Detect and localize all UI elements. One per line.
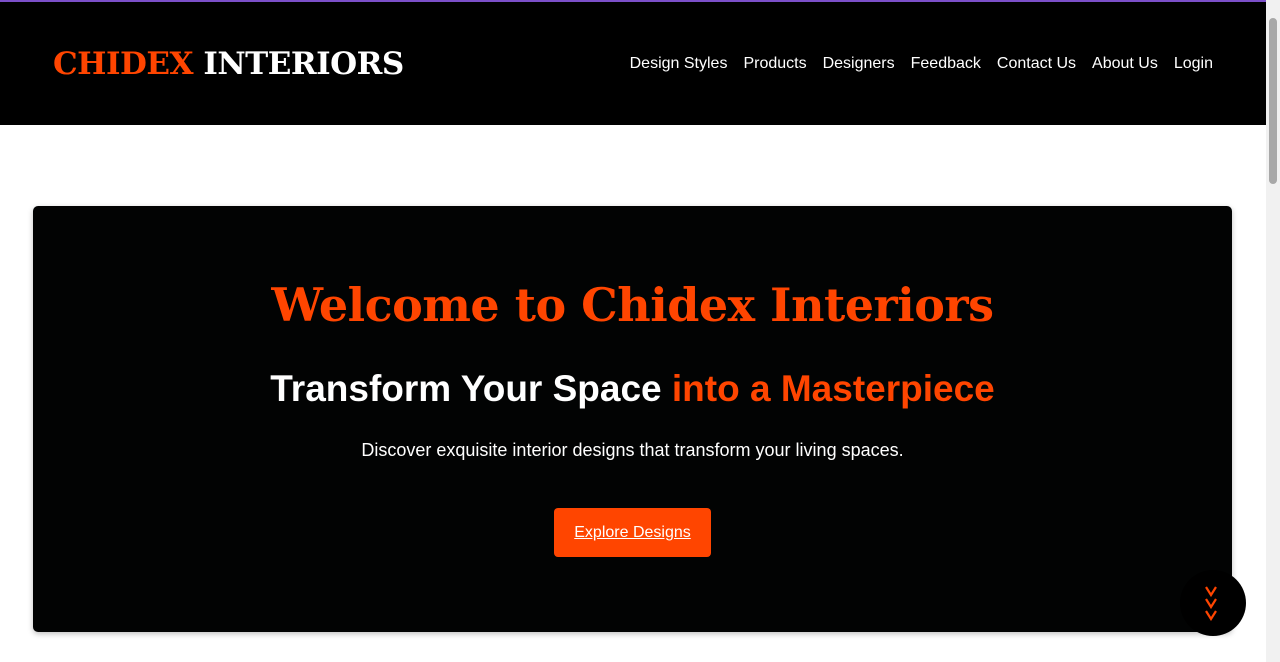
- nav-link-login[interactable]: Login: [1174, 55, 1213, 73]
- hero-subtitle-part2: into a Masterpiece: [671, 368, 995, 409]
- nav-link-feedback[interactable]: Feedback: [911, 55, 981, 73]
- nav-link-about-us[interactable]: About Us: [1092, 55, 1158, 73]
- scroll-down-button[interactable]: [1180, 570, 1246, 636]
- hero-subtitle: Transform Your Space into a Masterpiece: [33, 368, 1232, 410]
- nav-link-contact-us[interactable]: Contact Us: [997, 55, 1076, 73]
- hero-subtitle-part1: Transform Your Space: [270, 368, 662, 409]
- logo-brand: CHIDEX: [53, 45, 194, 82]
- logo-suffix: INTERIORS: [203, 45, 404, 82]
- site-header: CHIDEX INTERIORS Design Styles Products …: [0, 2, 1266, 125]
- page-scrollbar[interactable]: [1266, 0, 1280, 662]
- hero-title: Welcome to Chidex Interiors: [271, 278, 994, 332]
- nav-link-products[interactable]: Products: [743, 55, 806, 73]
- hero-section: Welcome to Chidex Interiors Transform Yo…: [33, 206, 1232, 632]
- nav-link-designers[interactable]: Designers: [823, 55, 895, 73]
- site-logo[interactable]: CHIDEX INTERIORS: [53, 46, 404, 82]
- triple-chevron-down-icon: [1205, 586, 1217, 621]
- main-nav: Design Styles Products Designers Feedbac…: [630, 55, 1213, 73]
- explore-designs-button[interactable]: Explore Designs: [554, 508, 711, 557]
- nav-link-design-styles[interactable]: Design Styles: [630, 55, 728, 73]
- scrollbar-thumb[interactable]: [1269, 18, 1277, 184]
- hero-description: Discover exquisite interior designs that…: [361, 440, 904, 460]
